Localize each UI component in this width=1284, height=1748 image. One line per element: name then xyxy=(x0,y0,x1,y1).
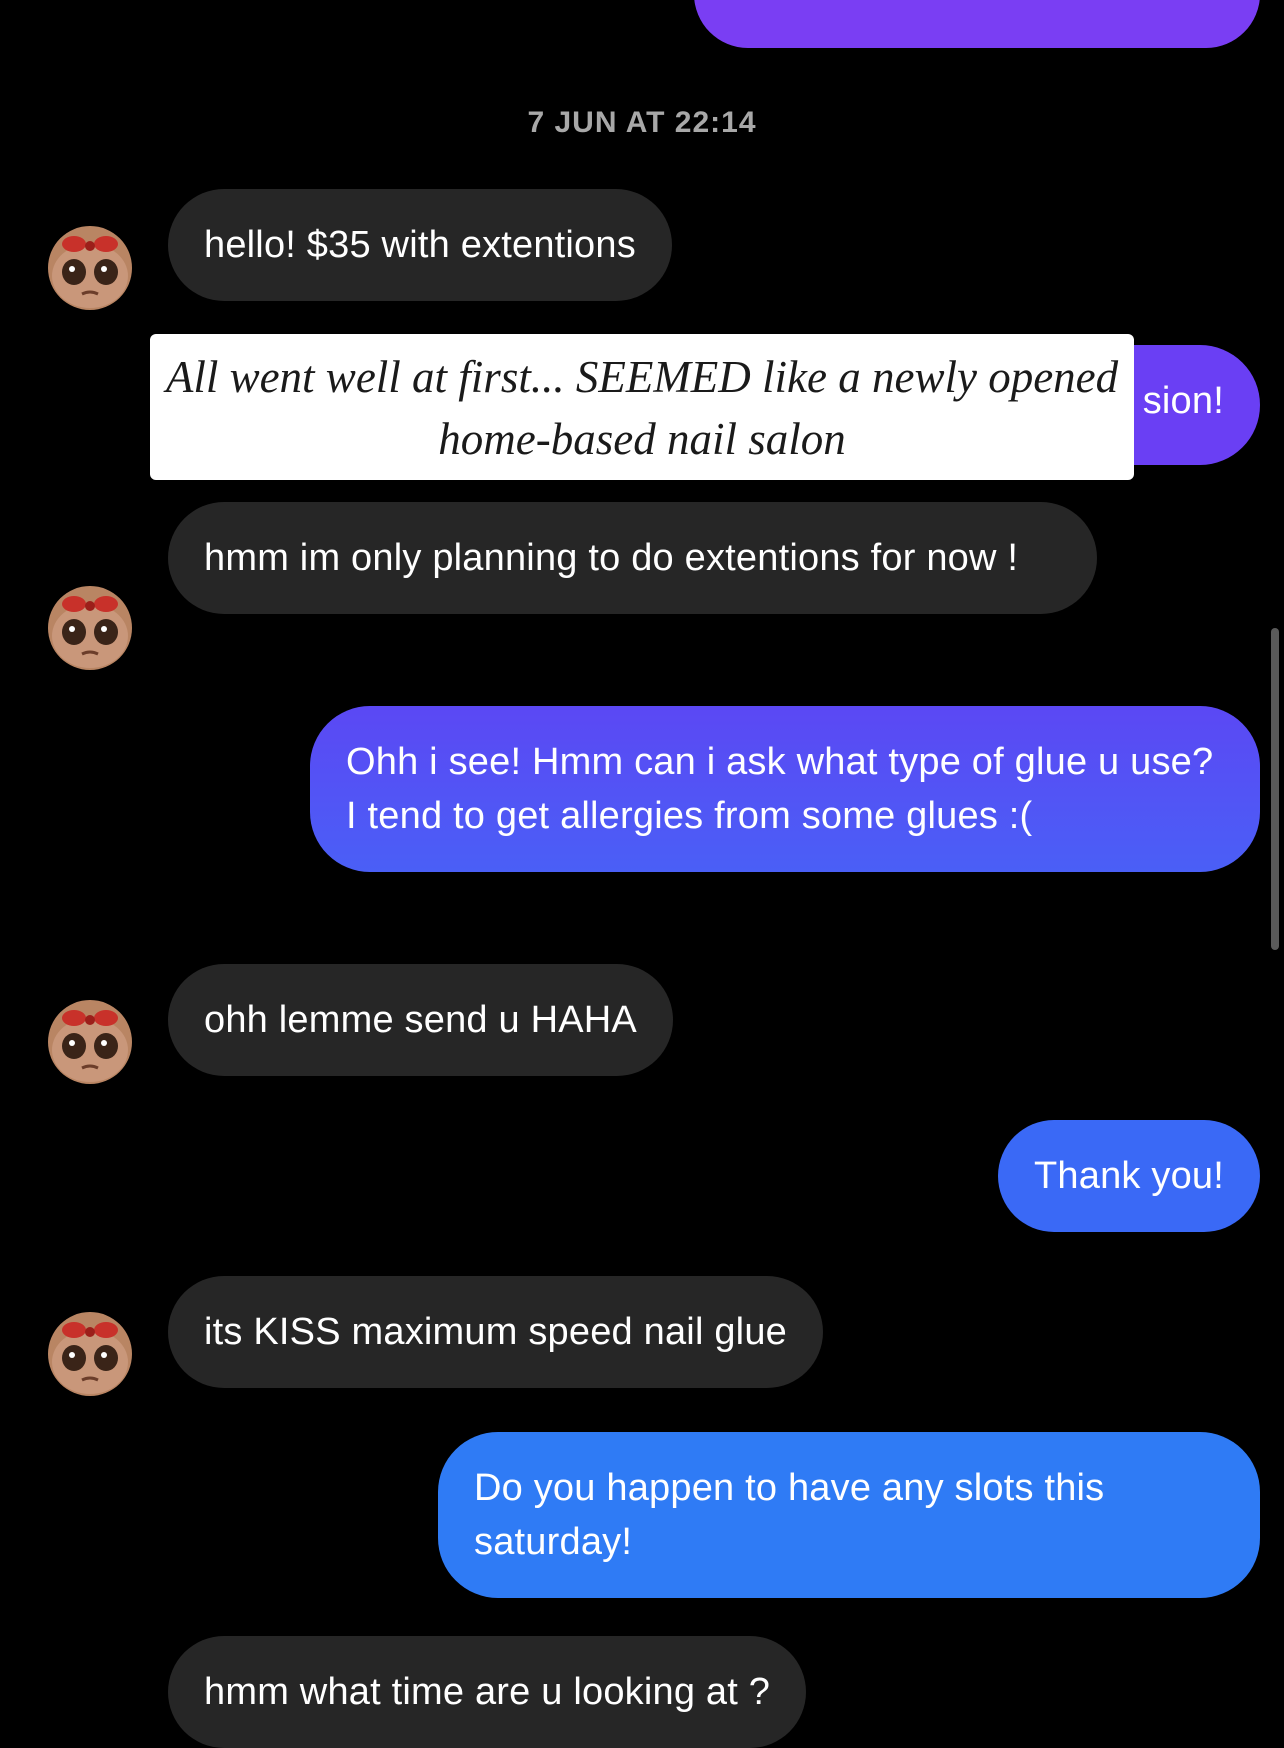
incoming-message[interactable]: hello! $35 with extentions xyxy=(168,189,672,301)
cartoon-face-avatar-icon xyxy=(48,1000,132,1084)
incoming-message[interactable]: its KISS maximum speed nail glue xyxy=(168,1276,823,1388)
outgoing-message[interactable]: Ohh i see! Hmm can i ask what type of gl… xyxy=(310,706,1260,872)
outgoing-message[interactable]: Do you happen to have any slots this sat… xyxy=(438,1432,1260,1598)
incoming-message[interactable]: ohh lemme send u HAHA xyxy=(168,964,673,1076)
contact-avatar[interactable] xyxy=(48,1000,132,1084)
outgoing-message[interactable]: Thank you! xyxy=(998,1120,1260,1232)
contact-avatar[interactable] xyxy=(48,1312,132,1396)
contact-avatar[interactable] xyxy=(48,226,132,310)
contact-avatar[interactable] xyxy=(48,586,132,670)
overlay-caption-line2: home-based nail salon xyxy=(438,414,846,464)
scrollbar[interactable] xyxy=(1271,628,1279,950)
incoming-message[interactable]: hmm what time are u looking at ? xyxy=(168,1636,807,1748)
cartoon-face-avatar-icon xyxy=(48,1312,132,1396)
outgoing-bubble-partial[interactable] xyxy=(694,0,1260,48)
incoming-message[interactable]: hmm im only planning to do extentions fo… xyxy=(168,502,1097,614)
cartoon-face-avatar-icon xyxy=(48,586,132,670)
conversation-timestamp: 7 JUN AT 22:14 xyxy=(527,106,757,139)
cartoon-face-avatar-icon xyxy=(48,226,132,310)
overlay-caption-line1: All went well at first... SEEMED like a … xyxy=(165,352,1119,402)
overlay-caption: All went well at first... SEEMED like a … xyxy=(150,334,1134,480)
